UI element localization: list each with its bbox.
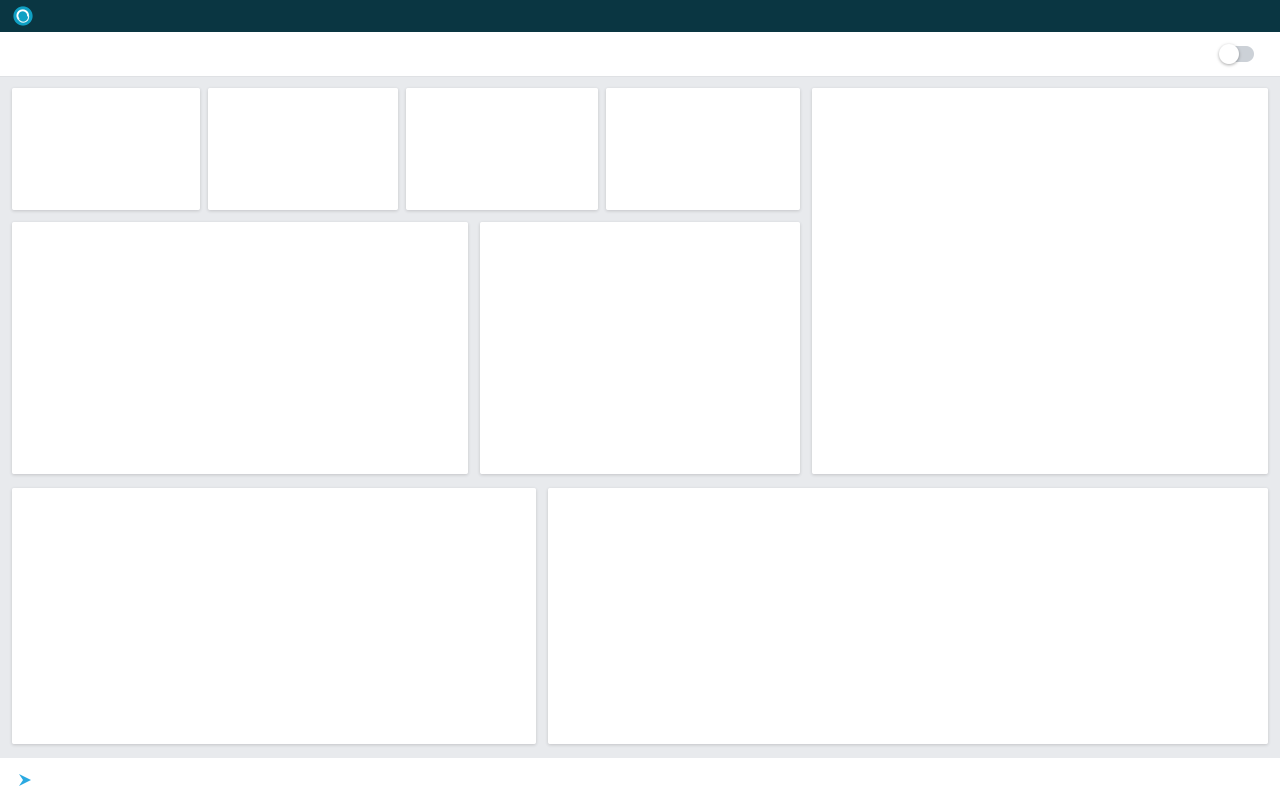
card-title: [812, 88, 1268, 97]
minitab-connect-logo: [12, 5, 34, 27]
toggle-knob-icon[interactable]: [1219, 44, 1239, 64]
correlogram-card: [12, 222, 468, 474]
auto-update-toggle[interactable]: [1220, 46, 1254, 62]
header-right-controls: [1210, 46, 1264, 62]
kpi-card-mean-of-cholesterol: [406, 88, 598, 210]
bar-chart: [488, 248, 792, 470]
kpi-title: [406, 88, 598, 97]
kpi-card-mean-of-rest-blood-pressure: [208, 88, 398, 210]
card-title: [12, 488, 536, 497]
page-header: [0, 32, 1280, 77]
analysis-sixpack-card: [812, 88, 1268, 474]
kpi-card-mean-of-max-heart-rate: [606, 88, 800, 210]
bar-chart-card: [480, 222, 800, 474]
statistics-link[interactable]: [12, 497, 536, 505]
kpi-title: [208, 88, 398, 97]
kpi-card-mean-of-age: [12, 88, 200, 210]
kpi-title: [606, 88, 800, 97]
card-title: [548, 488, 1268, 497]
analysis-statistics-card: [12, 488, 536, 744]
imr-chart-card: [548, 488, 1268, 744]
imr-control-chart: [558, 516, 1258, 734]
dashboard-canvas: [0, 77, 1280, 758]
card-title: [12, 222, 468, 231]
card-title: [480, 222, 800, 231]
kpi-title: [12, 88, 200, 97]
correlogram-heatmap: [20, 250, 460, 468]
top-navigation-bar: [0, 0, 1280, 32]
page-footer: [0, 758, 1280, 802]
capability-sixpack-chart: [820, 118, 1260, 462]
minitab-flag-icon: [18, 772, 36, 788]
